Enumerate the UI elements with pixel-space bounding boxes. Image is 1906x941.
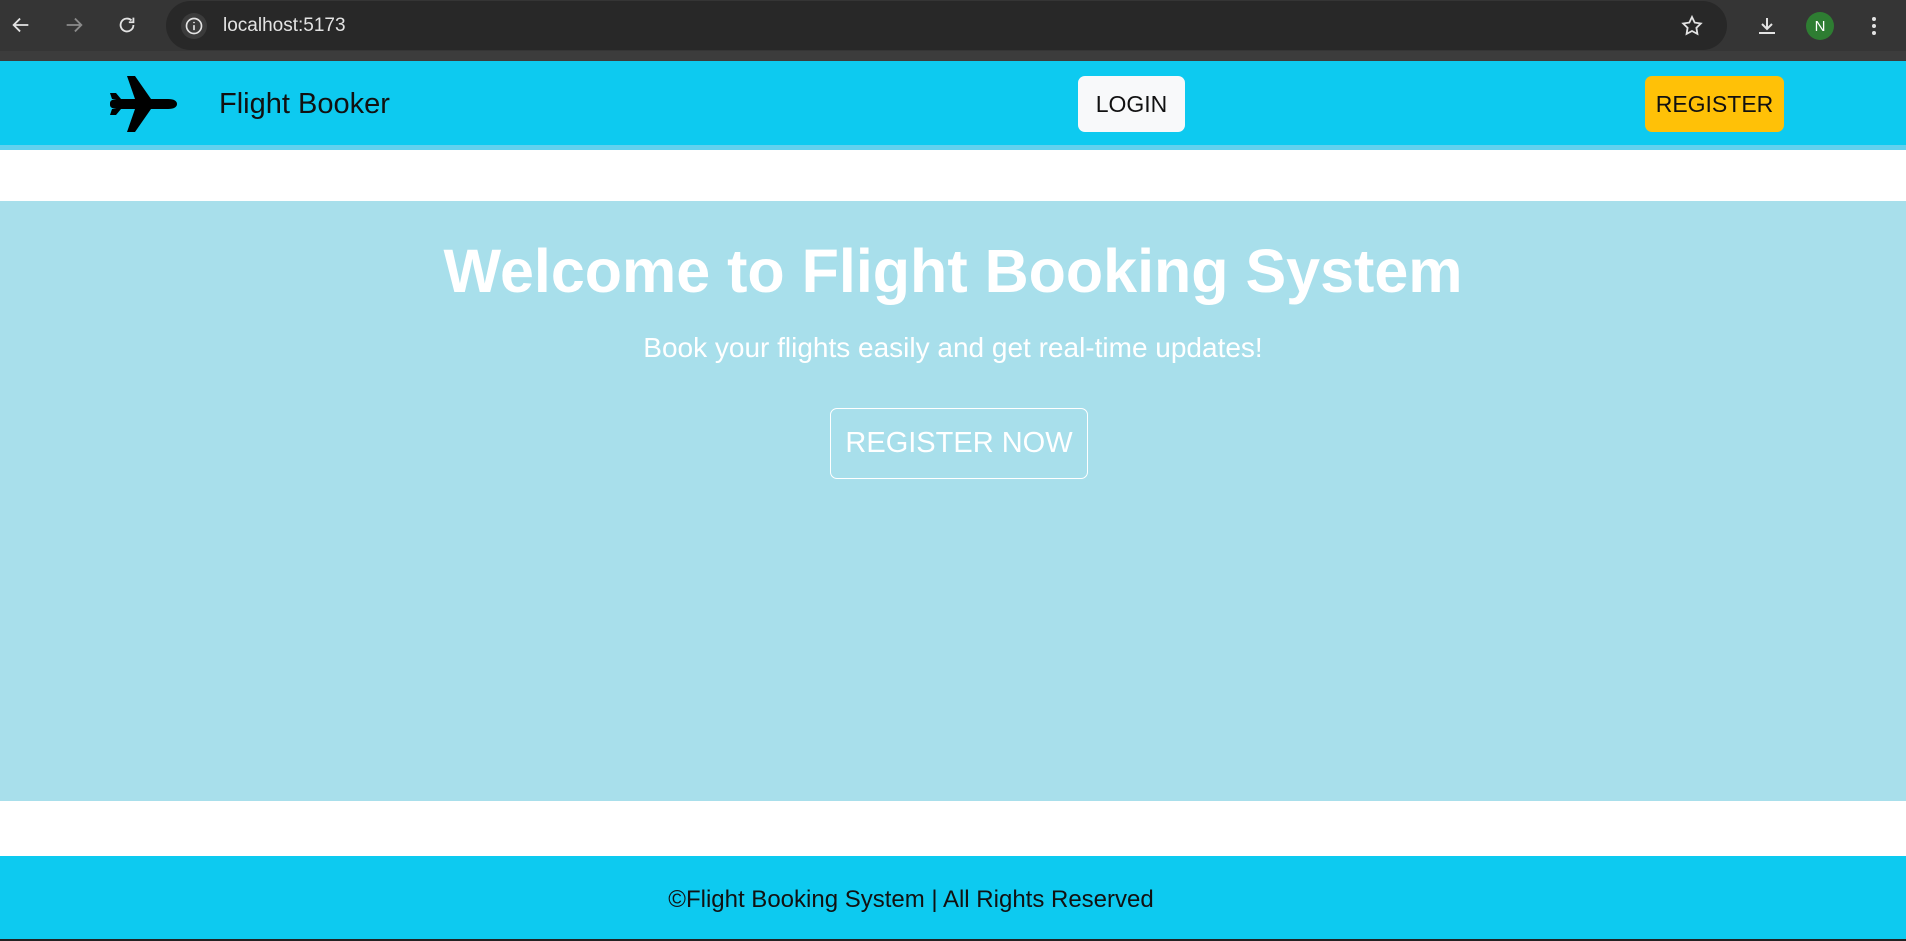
site-info-icon[interactable] bbox=[181, 13, 207, 39]
download-icon[interactable] bbox=[1753, 12, 1781, 40]
register-button[interactable]: REGISTER bbox=[1645, 76, 1784, 132]
back-icon[interactable] bbox=[8, 12, 34, 38]
browser-chrome: localhost:5173 N bbox=[0, 0, 1906, 61]
page-footer: ©Flight Booking System | All Rights Rese… bbox=[0, 856, 1906, 941]
register-now-button[interactable]: REGISTER NOW bbox=[830, 408, 1088, 479]
app-header: Flight Booker LOGIN REGISTER bbox=[0, 61, 1906, 150]
menu-icon[interactable] bbox=[1860, 12, 1888, 40]
forward-icon[interactable] bbox=[61, 12, 87, 38]
brand-name[interactable]: Flight Booker bbox=[219, 88, 390, 121]
hero-title: Welcome to Flight Booking System bbox=[443, 237, 1463, 305]
login-button[interactable]: LOGIN bbox=[1078, 76, 1185, 132]
hero-subtitle: Book your flights easily and get real-ti… bbox=[643, 332, 1263, 363]
airplane-icon[interactable] bbox=[108, 73, 178, 135]
bookmark-star-icon[interactable] bbox=[1679, 13, 1705, 39]
reload-icon[interactable] bbox=[114, 12, 140, 38]
footer-copyright: ©Flight Booking System | All Rights Rese… bbox=[668, 886, 1154, 913]
browser-toolbar: localhost:5173 N bbox=[0, 0, 1906, 51]
url-text[interactable]: localhost:5173 bbox=[223, 15, 346, 37]
profile-avatar[interactable]: N bbox=[1806, 12, 1834, 40]
hero-section: Welcome to Flight Booking System Book yo… bbox=[0, 201, 1906, 801]
address-bar[interactable]: localhost:5173 bbox=[166, 1, 1727, 50]
